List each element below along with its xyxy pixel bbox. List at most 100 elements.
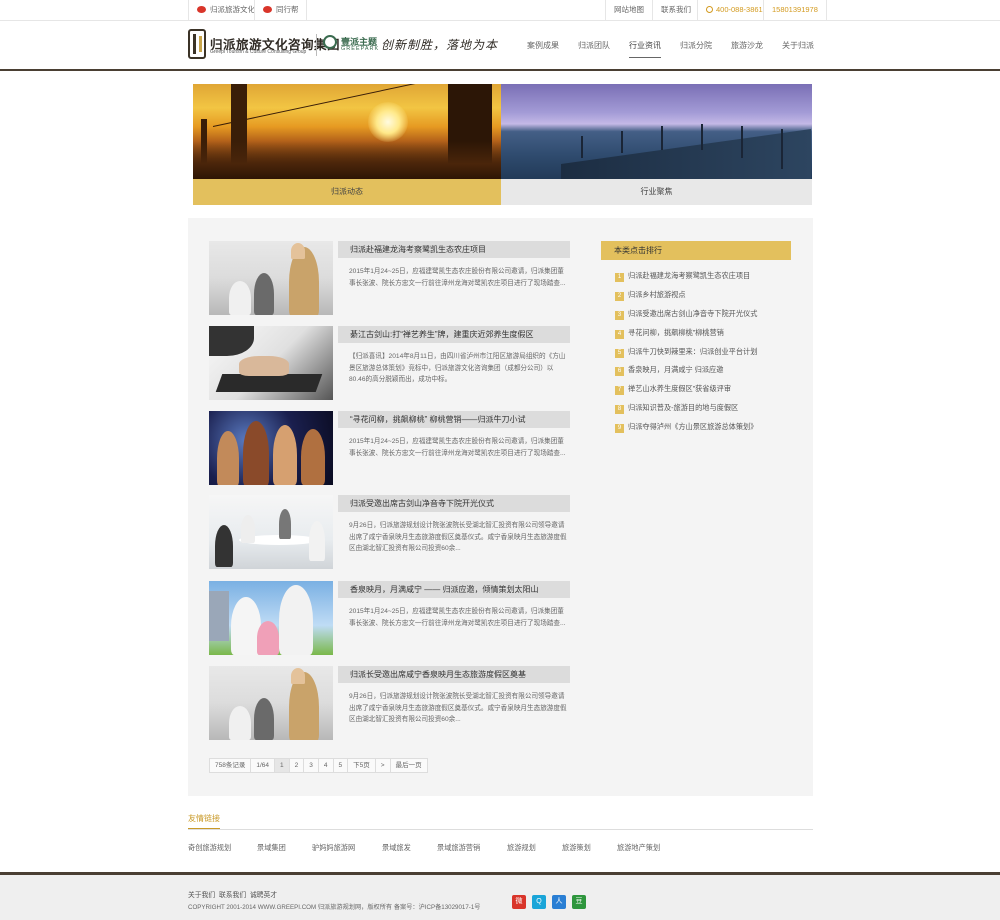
links-divider (188, 829, 813, 830)
article-thumbnail[interactable] (209, 411, 333, 485)
article-title[interactable]: 归派受邀出席古剑山净音寺下院开光仪式 (338, 495, 570, 512)
slogan: 创新制胜，落地为本 (381, 38, 499, 52)
tab-label-greepi-news: 归派动态 (193, 179, 501, 205)
friend-link[interactable]: 旅游策划 (562, 843, 591, 853)
pager-pages: 1/64 (250, 758, 276, 773)
footer-about[interactable]: 关于我们 (188, 892, 215, 899)
tab-greepi-news[interactable]: 归派动态 (193, 84, 501, 205)
footer: 关于我们 联系我们 诚聘英才 COPYRIGHT 2001-2014 WWW.G… (0, 872, 1000, 920)
article-thumbnail[interactable] (209, 241, 333, 315)
ranking-title: 本类点击排行 (601, 241, 791, 260)
ranking-item[interactable]: 2 归派乡村旅游视点 (615, 290, 805, 301)
tab-label-industry-focus: 行业聚焦 (501, 179, 812, 205)
last-page[interactable]: 最后一页 (389, 758, 428, 773)
nav-salon[interactable]: 旅游沙龙 (731, 40, 763, 58)
tong-label: 同行帮 (276, 5, 299, 14)
greepark-logo-icon (323, 35, 337, 49)
pager-total: 758条记录 (209, 758, 252, 773)
ranking-item[interactable]: 3 归派受邀出席古剑山净音寺下院开光仪式 (615, 309, 805, 320)
footer-links: 关于我们 联系我们 诚聘英才 (188, 889, 277, 899)
article-item: 归派长受邀出席咸宁香泉映月生态旅游度假区奠基 9月26日，归派旅游规划设计院张波… (209, 666, 570, 740)
next-5-pages[interactable]: 下5页 (347, 758, 376, 773)
article-title[interactable]: 归派长受邀出席咸宁香泉映月生态旅游度假区奠基 (338, 666, 570, 683)
article-item: 香泉映月，月满咸宁 —— 归派应邀，倾情策划太阳山 2015年1月24~25日，… (209, 581, 570, 655)
friend-link[interactable]: 景域旅游营销 (437, 843, 480, 853)
pier-image (501, 84, 812, 179)
ranking-item[interactable]: 6 香泉映月，月满咸宁 归派应邀 (615, 365, 805, 376)
tong-link[interactable]: 同行帮 (254, 0, 307, 20)
article-thumbnail[interactable] (209, 581, 333, 655)
article-title[interactable]: 綦江古剑山:打“禅艺养生”牌，建重庆近郊养生度假区 (338, 326, 570, 343)
article-item: 綦江古剑山:打“禅艺养生”牌，建重庆近郊养生度假区 【归派喜讯】2014年8月1… (209, 326, 570, 400)
footer-contact[interactable]: 联系我们 (219, 892, 246, 899)
page-5[interactable]: 5 (332, 758, 349, 773)
weibo-link[interactable]: 归派旅游文化 (188, 0, 263, 20)
ranking-item[interactable]: 5 归派牛刀快到辣里来：归派创业平台计划 (615, 347, 805, 358)
topbar-divider (306, 0, 307, 20)
partner-subtitle: GREEPARK (341, 46, 380, 52)
friend-link[interactable]: 驴妈妈旅游网 (312, 843, 355, 853)
page-1[interactable]: 1 (274, 758, 290, 773)
footer-jobs[interactable]: 诚聘英才 (250, 892, 277, 899)
article-summary: 2015年1月24~25日，应福建鹭凯生态农庄股份有限公司邀请，归派集团董事长张… (349, 268, 566, 287)
phone-number: 400-088-3861 (697, 0, 771, 20)
sitemap-link[interactable]: 网站地图 (605, 0, 652, 20)
article-summary: 9月26日，归派旅游规划设计院张波院长受湖北智汇投资有限公司领导邀请出席了咸宁香… (349, 693, 567, 723)
page-3[interactable]: 3 (303, 758, 319, 773)
logo-divider (316, 34, 317, 56)
article-summary: 2015年1月24~25日，应福建鹭凯生态农庄股份有限公司邀请，归派集团董事长张… (349, 608, 566, 627)
nav-cases[interactable]: 案例成果 (527, 40, 559, 58)
phone-text: 400-088-3861 (716, 5, 763, 14)
weibo-icon (197, 6, 206, 13)
douban-share-icon[interactable]: 豆 (572, 895, 586, 909)
nav-about[interactable]: 关于归派 (782, 40, 814, 58)
qq-share-icon[interactable]: Q (532, 895, 546, 909)
article-title[interactable]: “寻花问柳，挑飙柳桃” 柳桃营销——归派牛刀小试 (338, 411, 570, 428)
article-item: 归派赴福建龙海考察鹭凯生态农庄项目 2015年1月24~25日，应福建鹭凯生态农… (209, 241, 570, 315)
contact-link[interactable]: 联系我们 (652, 0, 699, 20)
article-item: “寻花问柳，挑飙柳桃” 柳桃营销——归派牛刀小试 2015年1月24~25日，应… (209, 411, 570, 485)
tab-industry-focus[interactable]: 行业聚焦 (501, 84, 812, 205)
weibo-icon (263, 6, 272, 13)
page-4[interactable]: 4 (317, 758, 334, 773)
friend-link[interactable]: 景域集团 (257, 843, 286, 853)
friend-links-title: 友情链接 (188, 813, 220, 830)
page-2[interactable]: 2 (288, 758, 305, 773)
article-summary: 9月26日，归派旅游规划设计院张波院长受湖北智汇投资有限公司领导邀请出席了咸宁香… (349, 522, 567, 552)
copyright: COPYRIGHT 2001-2014 WWW.GREEPI.COM 归派旅游规… (188, 904, 481, 911)
weibo-share-icon[interactable]: 微 (512, 895, 526, 909)
article-thumbnail[interactable] (209, 666, 333, 740)
article-title[interactable]: 香泉映月，月满咸宁 —— 归派应邀，倾情策划太阳山 (338, 581, 570, 598)
friend-link[interactable]: 旅游规划 (507, 843, 536, 853)
ranking-item[interactable]: 1 归派赴福建龙海考察鹭凯生态农庄项目 (615, 271, 805, 282)
sunset-fence-image (193, 84, 501, 179)
ranking-item[interactable]: 9 归派夺得泸州《方山景区旅游总体策划》 (615, 422, 805, 433)
phone-icon (706, 6, 713, 13)
category-banner: 归派动态 行业聚焦 (193, 84, 812, 205)
friend-link[interactable]: 景域旅发 (382, 843, 411, 853)
nav-team[interactable]: 归派团队 (578, 40, 610, 58)
main-nav: 案例成果 归派团队 行业资讯 归派分院 旅游沙龙 关于归派 (508, 40, 814, 58)
mobile-number: 15801391978 (763, 0, 827, 20)
renren-share-icon[interactable]: 人 (552, 895, 566, 909)
article-summary: 【归派喜讯】2014年8月11日，由四川省泸州市江阳区旅游局组织的《方山景区旅游… (349, 353, 566, 383)
greepi-logo-icon[interactable] (188, 29, 206, 59)
header: 归派旅游文化咨询集团 Greepi Tourism & Culture Cons… (0, 21, 1000, 71)
ranking-item[interactable]: 8 归派知识普及-旅游目的地与度假区 (615, 403, 805, 414)
next-page[interactable]: > (374, 758, 391, 773)
article-thumbnail[interactable] (209, 495, 333, 569)
nav-news[interactable]: 行业资讯 (629, 40, 661, 58)
ranking-item[interactable]: 4 寻花问柳，挑飙柳桃”柳桃营销 (615, 328, 805, 339)
article-item: 归派受邀出席古剑山净音寺下院开光仪式 9月26日，归派旅游规划设计院张波院长受湖… (209, 495, 570, 569)
article-thumbnail[interactable] (209, 326, 333, 400)
pagination: 758条记录 1/64 1 2 3 4 5 下5页 > 最后一页 (209, 758, 428, 773)
ranking-item[interactable]: 7 禅艺山水养生度假区”获省级评审 (615, 384, 805, 395)
weibo-label: 归派旅游文化 (210, 5, 255, 14)
friend-link[interactable]: 旅游地产策划 (617, 843, 660, 853)
nav-branches[interactable]: 归派分院 (680, 40, 712, 58)
main-panel: 归派赴福建龙海考察鹭凯生态农庄项目 2015年1月24~25日，应福建鹭凯生态农… (188, 218, 813, 796)
article-title[interactable]: 归派赴福建龙海考察鹭凯生态农庄项目 (338, 241, 570, 258)
logo-subtitle: Greepi Tourism & Culture Consulting Grou… (210, 49, 307, 55)
friend-link[interactable]: 奇创旅游规划 (188, 843, 231, 853)
article-summary: 2015年1月24~25日，应福建鹭凯生态农庄股份有限公司邀请，归派集团董事长张… (349, 438, 566, 457)
